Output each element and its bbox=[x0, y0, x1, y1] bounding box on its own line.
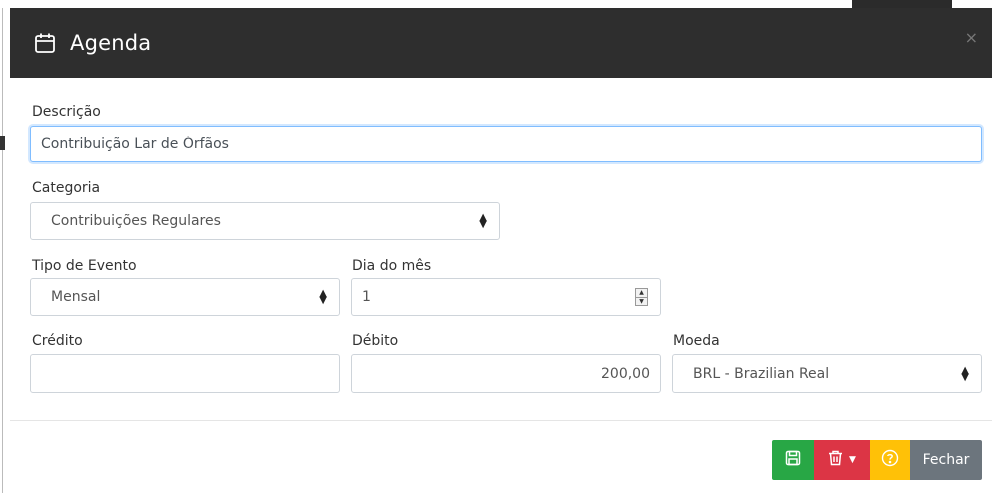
close-icon[interactable]: × bbox=[965, 28, 978, 47]
dia-mes-input[interactable]: 1 ▲ ▼ bbox=[351, 278, 661, 316]
select-caret-icon: ▲ ▼ bbox=[319, 288, 327, 306]
screen: Agenda × Descrição Contribuição Lar de Ó… bbox=[0, 0, 992, 493]
debito-label: Débito bbox=[352, 333, 399, 349]
footer-button-group: ▼ Fechar bbox=[772, 440, 982, 480]
save-icon bbox=[785, 450, 801, 470]
agenda-modal: Agenda × Descrição Contribuição Lar de Ó… bbox=[10, 8, 992, 493]
dia-mes-label: Dia do mês bbox=[352, 258, 432, 274]
categoria-select[interactable]: Contribuições Regulares ▲ ▼ bbox=[30, 202, 500, 240]
descricao-value: Contribuição Lar de Órfãos bbox=[41, 136, 229, 152]
fechar-button[interactable]: Fechar bbox=[910, 440, 982, 480]
moeda-select[interactable]: BRL - Brazilian Real ▲ ▼ bbox=[672, 354, 982, 393]
tipo-evento-value: Mensal bbox=[51, 289, 101, 305]
debito-value: 200,00 bbox=[601, 365, 650, 382]
chevron-down-icon: ▼ bbox=[849, 455, 856, 465]
delete-dropdown-button[interactable]: ▼ bbox=[814, 440, 870, 480]
categoria-label: Categoria bbox=[32, 180, 101, 196]
help-button[interactable] bbox=[870, 440, 910, 480]
calendar-icon bbox=[34, 32, 56, 54]
modal-header: Agenda × bbox=[10, 8, 992, 78]
number-spinner[interactable]: ▲ ▼ bbox=[635, 288, 648, 306]
tipo-evento-select[interactable]: Mensal ▲ ▼ bbox=[30, 278, 340, 316]
backdrop-edge bbox=[0, 8, 3, 493]
modal-title: Agenda bbox=[70, 31, 152, 55]
footer-divider bbox=[10, 420, 992, 421]
select-caret-icon: ▲ ▼ bbox=[961, 364, 969, 383]
credito-label: Crédito bbox=[32, 333, 83, 349]
descricao-input[interactable]: Contribuição Lar de Órfãos bbox=[30, 126, 982, 162]
credito-input[interactable] bbox=[30, 354, 340, 393]
select-caret-icon: ▲ ▼ bbox=[479, 212, 487, 230]
trash-icon bbox=[828, 450, 843, 470]
debito-input[interactable]: 200,00 bbox=[351, 354, 661, 393]
backdrop-edge-marker bbox=[0, 136, 5, 150]
modal-body: Descrição Contribuição Lar de Órfãos Cat… bbox=[10, 78, 992, 420]
dia-mes-value: 1 bbox=[362, 289, 371, 305]
tipo-evento-label: Tipo de Evento bbox=[32, 258, 137, 274]
save-button[interactable] bbox=[772, 440, 814, 480]
categoria-value: Contribuições Regulares bbox=[51, 213, 221, 229]
moeda-label: Moeda bbox=[673, 333, 720, 349]
help-circle-icon bbox=[881, 449, 899, 471]
moeda-value: BRL - Brazilian Real bbox=[693, 365, 830, 382]
descricao-label: Descrição bbox=[32, 104, 101, 120]
